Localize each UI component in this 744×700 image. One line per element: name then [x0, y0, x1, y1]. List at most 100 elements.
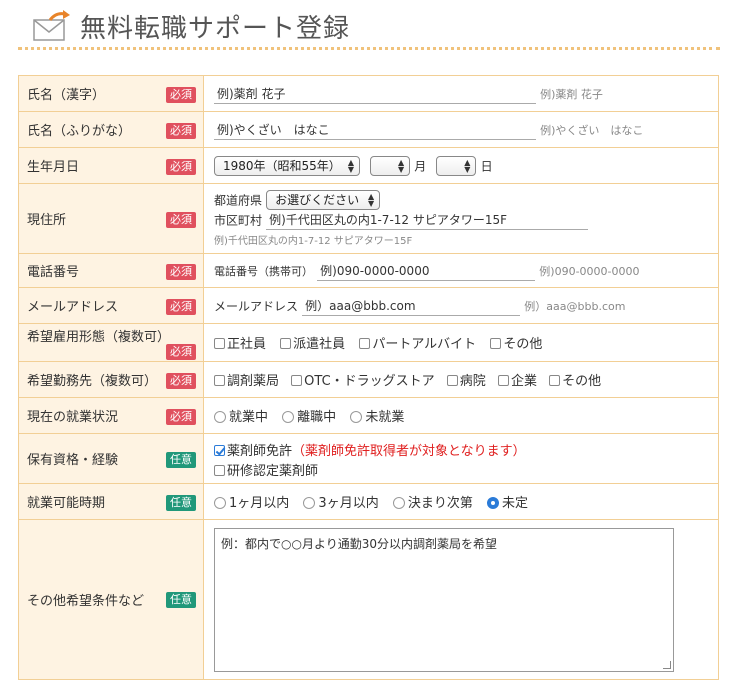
radio[interactable]	[282, 410, 295, 423]
phone-example: 例)090-0000-0000	[539, 264, 640, 278]
required-badge: 必須	[166, 123, 196, 139]
employment-option[interactable]: 正社員	[214, 333, 266, 352]
resize-grip-icon[interactable]	[663, 660, 671, 669]
availability-label: 就業可能時期	[27, 496, 106, 511]
required-badge: 必須	[166, 264, 196, 280]
phone-sub-label: 電話番号（携帯可）	[214, 264, 313, 278]
radio[interactable]	[392, 496, 405, 509]
birth-year-select[interactable]: 1980年（昭和55年） ▲ ▼	[214, 155, 360, 176]
row-other: その他希望条件など 任意 例：都内で○○月より通勤30分以内調剤薬局を希望	[18, 519, 719, 680]
checkbox[interactable]	[214, 338, 225, 349]
row-workplace: 希望勤務先（複数可） 必須 調剤薬局 OTC・ドラッグストア 病院 企業 その他	[18, 361, 719, 398]
checkbox[interactable]	[549, 375, 561, 386]
radio[interactable]	[214, 410, 226, 423]
status-option[interactable]: 就業中	[214, 406, 268, 425]
radio-checked[interactable]	[487, 496, 499, 509]
checkbox[interactable]	[291, 375, 303, 386]
birth-label: 生年月日	[27, 160, 80, 175]
employment-option[interactable]: パートアルバイト	[359, 333, 476, 352]
radio[interactable]	[350, 410, 363, 423]
workplace-option[interactable]: 病院	[446, 370, 486, 389]
license-note: （薬剤師免許取得者が対象となります）	[292, 443, 526, 459]
employment-option[interactable]: 派遣社員	[280, 333, 345, 352]
updown-arrow-icon: ▲ ▼	[397, 157, 405, 174]
workplace-option[interactable]: OTC・ドラッグストア	[291, 370, 435, 389]
availability-option[interactable]: 決まり次第	[392, 492, 473, 511]
row-name-kana: 氏名（ふりがな） 必須 例)やくざい はなこ 例)やくざい はなこ	[18, 111, 719, 148]
page-header: 無料転職サポート登録	[18, 0, 720, 50]
name-kanji-input[interactable]: 例)薬剤 花子	[214, 83, 536, 104]
required-badge: 必須	[166, 373, 196, 389]
phone-label: 電話番号	[27, 265, 80, 280]
row-employment: 希望雇用形態（複数可） 必須 正社員 派遣社員 パートアルバイト その他	[18, 323, 719, 362]
checkbox[interactable]	[446, 375, 458, 386]
address-label: 現住所	[27, 213, 67, 228]
availability-option[interactable]: 3ヶ月以内	[303, 492, 379, 511]
checkbox[interactable]	[490, 338, 502, 349]
required-badge: 必須	[166, 87, 196, 103]
email-sub-label: メールアドレス	[214, 299, 299, 313]
city-label: 市区町村	[214, 213, 263, 228]
required-badge: 必須	[166, 159, 196, 175]
employment-options: 正社員 派遣社員 パートアルバイト その他	[203, 323, 719, 362]
availability-option[interactable]: 1ヶ月以内	[214, 492, 289, 511]
certified-option[interactable]: 研修認定薬剤師	[214, 460, 708, 479]
workplace-option[interactable]: 調剤薬局	[214, 370, 279, 389]
updown-arrow-icon: ▲ ▼	[347, 157, 354, 174]
row-qualification: 保有資格・経験 任意 薬剤師免許（薬剤師免許取得者が対象となります） 研修認定薬…	[18, 433, 719, 484]
birth-month-select[interactable]: ▲ ▼	[370, 155, 411, 176]
employment-option[interactable]: その他	[490, 333, 542, 352]
checkbox[interactable]	[497, 375, 509, 386]
workplace-options: 調剤薬局 OTC・ドラッグストア 病院 企業 その他	[203, 361, 719, 398]
workplace-label: 希望勤務先（複数可）	[27, 374, 158, 389]
status-label: 現在の就業状況	[27, 410, 119, 425]
status-option[interactable]: 離職中	[282, 406, 336, 425]
name-kanji-example: 例)薬剤 花子	[540, 87, 603, 101]
name-kana-input[interactable]: 例)やくざい はなこ	[214, 119, 536, 140]
row-email: メールアドレス 必須 メールアドレス 例）aaa@bbb.com 例）aaa@b…	[18, 287, 719, 324]
mail-icon	[33, 10, 70, 41]
checkbox[interactable]	[280, 338, 292, 349]
email-input[interactable]: 例）aaa@bbb.com	[302, 295, 521, 316]
prefecture-label: 都道府県	[214, 193, 263, 208]
status-options: 就業中 離職中 未就業	[203, 397, 719, 434]
email-example: 例）aaa@bbb.com	[524, 299, 626, 313]
birth-day-select[interactable]: ▲ ▼	[436, 155, 477, 176]
availability-option[interactable]: 未定	[487, 492, 528, 511]
employment-label: 希望雇用形態（複数可）	[27, 330, 171, 345]
workplace-option[interactable]: その他	[549, 370, 601, 389]
month-unit: 月	[414, 159, 427, 173]
city-input[interactable]: 例)千代田区丸の内1-7-12 サピアタワー15F	[266, 210, 589, 230]
required-badge: 必須	[166, 299, 196, 315]
page-title: 無料転職サポート登録	[80, 14, 351, 44]
required-badge: 必須	[166, 212, 196, 228]
availability-options: 1ヶ月以内 3ヶ月以内 決まり次第 未定	[203, 483, 719, 520]
email-label: メールアドレス	[27, 300, 119, 315]
other-textarea[interactable]: 例：都内で○○月より通勤30分以内調剤薬局を希望	[214, 527, 674, 672]
row-availability: 就業可能時期 任意 1ヶ月以内 3ヶ月以内 決まり次第 未定	[18, 483, 719, 520]
optional-badge: 任意	[166, 495, 196, 511]
checkbox-checked[interactable]	[214, 444, 225, 456]
row-birth: 生年月日 必須 1980年（昭和55年） ▲ ▼ ▲ ▼ 月 ▲ ▼ 日	[18, 147, 719, 184]
radio[interactable]	[303, 496, 316, 509]
license-option[interactable]: 薬剤師免許（薬剤師免許取得者が対象となります）	[214, 440, 708, 460]
required-badge: 必須	[166, 409, 196, 425]
row-address: 現住所 必須 都道府県 お選びください ▲ ▼ 市区町村 例)千代田区丸の内1-7-…	[18, 183, 719, 254]
registration-form: 氏名（漢字） 必須 例)薬剤 花子 例)薬剤 花子 氏名（ふりがな） 必須 例)…	[18, 75, 719, 680]
checkbox[interactable]	[214, 464, 225, 476]
address-example: 例)千代田区丸の内1-7-12 サピアタワー15F	[214, 236, 413, 247]
status-option[interactable]: 未就業	[350, 406, 404, 425]
checkbox[interactable]	[214, 375, 225, 386]
phone-input[interactable]: 例)090-0000-0000	[317, 260, 536, 281]
optional-badge: 任意	[166, 452, 196, 468]
name-kana-label: 氏名（ふりがな）	[27, 124, 132, 139]
name-kanji-label: 氏名（漢字）	[27, 88, 106, 103]
checkbox[interactable]	[359, 338, 371, 349]
radio[interactable]	[214, 496, 226, 509]
name-kana-example: 例)やくざい はなこ	[540, 123, 644, 137]
workplace-option[interactable]: 企業	[497, 370, 537, 389]
prefecture-select[interactable]: お選びください ▲ ▼	[266, 190, 381, 210]
required-badge: 必須	[166, 344, 196, 360]
updown-arrow-icon: ▲ ▼	[464, 157, 471, 174]
row-name-kanji: 氏名（漢字） 必須 例)薬剤 花子 例)薬剤 花子	[18, 75, 719, 112]
